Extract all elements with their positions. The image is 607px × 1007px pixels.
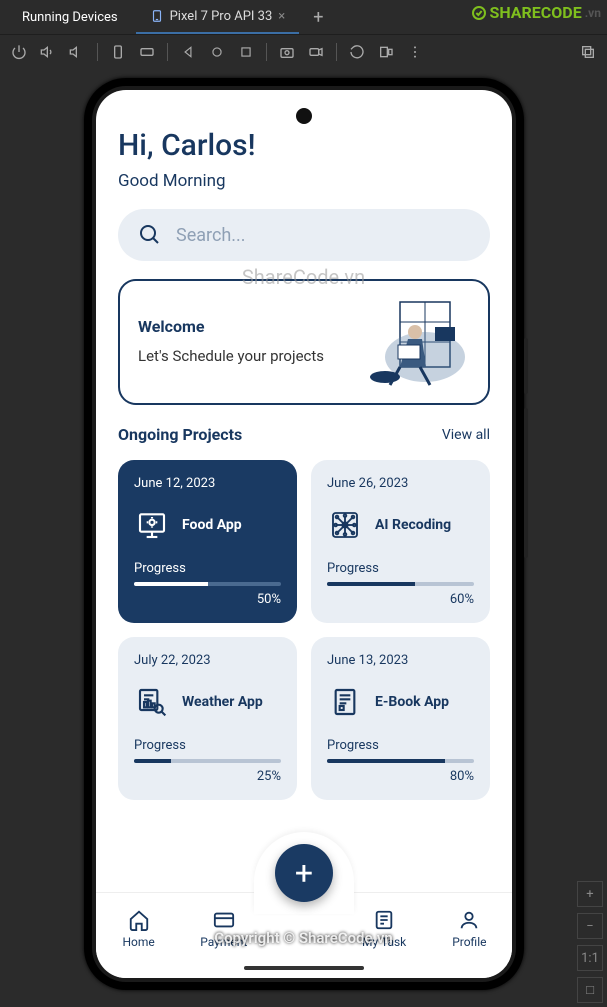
device-screen: Hi, Carlos! Good Morning Welcome Let's S… (96, 90, 512, 978)
volume-down-hw (524, 408, 528, 464)
device-frame: Hi, Carlos! Good Morning Welcome Let's S… (84, 78, 524, 990)
more-icon[interactable] (402, 39, 428, 65)
progress-percent: 60% (327, 592, 474, 607)
ongoing-header: Ongoing Projects View all (118, 425, 490, 444)
nav-payment[interactable]: Payment (192, 909, 256, 949)
subgreeting: Good Morning (118, 171, 490, 191)
close-icon[interactable]: × (278, 9, 285, 24)
refresh-icon[interactable] (344, 39, 370, 65)
zoom-tools: + − 1:1 □ (577, 881, 605, 1003)
front-camera (296, 108, 312, 124)
welcome-title: Welcome (138, 317, 330, 336)
fab-add-button[interactable]: + (275, 844, 333, 902)
zoom-in-button[interactable]: + (577, 881, 603, 907)
back-icon[interactable] (175, 39, 201, 65)
zoom-actual-button[interactable]: 1:1 (577, 945, 603, 971)
project-card[interactable]: June 13, 2023 E-Book App Progress 80% (311, 637, 490, 800)
project-card[interactable]: June 12, 2023 Food App Progress 50% (118, 460, 297, 623)
home-nav-icon[interactable] (204, 39, 230, 65)
extended-controls-icon[interactable] (373, 39, 399, 65)
tab-label: Pixel 7 Pro API 33 (170, 9, 273, 24)
network-icon (327, 507, 363, 543)
add-tab-button[interactable]: + (303, 7, 333, 28)
home-icon (128, 909, 150, 931)
power-button-hw (524, 458, 528, 558)
project-date: June 12, 2023 (134, 476, 281, 491)
progress-label: Progress (134, 561, 281, 576)
plus-icon: + (295, 854, 313, 892)
project-date: June 26, 2023 (327, 476, 474, 491)
device-icon (150, 9, 164, 23)
nav-label: Home (122, 935, 154, 949)
tab-running-devices[interactable]: Running Devices (8, 0, 132, 34)
power-icon[interactable] (6, 39, 32, 65)
profile-icon (458, 909, 480, 931)
nav-label: Profile (452, 935, 486, 949)
ongoing-title: Ongoing Projects (118, 425, 242, 444)
project-name: Weather App (182, 694, 263, 710)
progress-percent: 80% (327, 769, 474, 784)
volume-down-icon[interactable] (64, 39, 90, 65)
logo-text: SHARECODE (490, 3, 582, 22)
progress-label: Progress (327, 561, 474, 576)
gesture-handle[interactable] (244, 966, 364, 970)
card-icon (213, 909, 235, 931)
progress-label: Progress (134, 738, 281, 753)
progress-percent: 25% (134, 769, 281, 784)
snapshot-icon[interactable] (575, 39, 601, 65)
zoom-fit-button[interactable]: □ (577, 977, 603, 1003)
welcome-card[interactable]: Welcome Let's Schedule your projects (118, 279, 490, 405)
search-input[interactable] (176, 225, 470, 246)
project-date: June 13, 2023 (327, 653, 474, 668)
progress-bar (327, 759, 474, 763)
rotate-left-icon[interactable] (105, 39, 131, 65)
task-icon (373, 909, 395, 931)
welcome-subtitle: Let's Schedule your projects (138, 346, 330, 366)
tab-label: Running Devices (22, 10, 118, 25)
sharecode-logo: SHARECODE.vn (471, 3, 601, 22)
ide-toolbar (0, 34, 607, 68)
logo-suffix: .vn (585, 6, 601, 20)
monitor-gear-icon (134, 507, 170, 543)
project-name: AI Recoding (375, 517, 451, 533)
greeting: Hi, Carlos! (118, 128, 490, 163)
projects-grid: June 12, 2023 Food App Progress 50% (118, 460, 490, 800)
record-icon[interactable] (303, 39, 329, 65)
progress-label: Progress (327, 738, 474, 753)
progress-percent: 50% (134, 592, 281, 607)
logo-icon (471, 5, 487, 21)
volume-up-icon[interactable] (35, 39, 61, 65)
project-name: Food App (182, 517, 242, 533)
search-bar[interactable] (118, 209, 490, 261)
project-card[interactable]: June 26, 2023 AI Recoding Progress 60% (311, 460, 490, 623)
overview-icon[interactable] (233, 39, 259, 65)
project-name: E-Book App (375, 694, 449, 710)
nav-label: My Task (362, 935, 406, 949)
zoom-out-button[interactable]: − (577, 913, 603, 939)
nav-home[interactable]: Home (107, 909, 171, 949)
welcome-illustration (340, 297, 470, 387)
screenshot-icon[interactable] (274, 39, 300, 65)
view-all-link[interactable]: View all (442, 427, 490, 443)
volume-up-hw (524, 338, 528, 394)
tab-device[interactable]: Pixel 7 Pro API 33 × (136, 0, 300, 34)
project-date: July 22, 2023 (134, 653, 281, 668)
ebook-icon (327, 684, 363, 720)
project-card[interactable]: July 22, 2023 Weather App Progress 25% (118, 637, 297, 800)
progress-bar (134, 582, 281, 586)
progress-bar (134, 759, 281, 763)
search-icon (138, 223, 162, 247)
nav-label: Payment (200, 935, 247, 949)
progress-bar (327, 582, 474, 586)
nav-mytask[interactable]: My Task (352, 909, 416, 949)
rotate-right-icon[interactable] (134, 39, 160, 65)
report-search-icon (134, 684, 170, 720)
nav-profile[interactable]: Profile (437, 909, 501, 949)
